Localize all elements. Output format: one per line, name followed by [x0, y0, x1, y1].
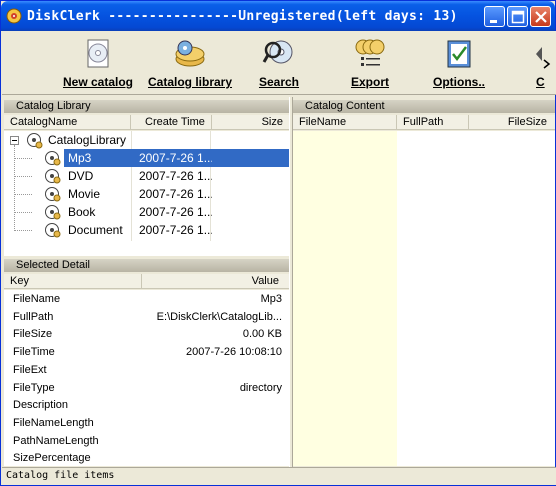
- tree-item-name: DVD: [68, 169, 94, 183]
- maximize-icon: [511, 10, 525, 24]
- status-bar: Catalog file items: [2, 467, 556, 485]
- detail-row[interactable]: SizePercentage: [13, 449, 282, 466]
- col-filename[interactable]: FileName: [293, 115, 397, 130]
- col-fullpath[interactable]: FullPath: [397, 115, 469, 130]
- col-size[interactable]: Size: [212, 115, 289, 130]
- detail-value: E:\DiskClerk\CatalogLib...: [156, 310, 282, 323]
- search-icon: [262, 40, 293, 64]
- tree-root[interactable]: CatalogLibrary: [4, 131, 289, 149]
- selected-detail-header: Selected Detail: [4, 259, 289, 272]
- col-key[interactable]: Key: [4, 274, 142, 289]
- catalog-library-label: Catalog library: [147, 75, 233, 89]
- minimize-button[interactable]: [484, 6, 505, 27]
- detail-key: FullPath: [13, 310, 54, 323]
- detail-row[interactable]: PathNameLength: [13, 432, 282, 450]
- detail-row[interactable]: FileTime 2007-7-26 10:08:10: [13, 343, 282, 361]
- tree-item-name: Book: [68, 205, 96, 219]
- tree-item-create-time: 2007-7-26 1...: [139, 187, 212, 201]
- col-create-time[interactable]: Create Time: [131, 115, 212, 130]
- catalog-tree: CatalogLibrary Mp3 2007-7-26 1... DVD 2007-…: [4, 131, 289, 256]
- detail-key: FileType: [13, 381, 55, 394]
- search-button[interactable]: Search: [253, 35, 305, 93]
- partial-label: C: [536, 75, 545, 89]
- tree-item[interactable]: DVD 2007-7-26 1...: [4, 167, 289, 185]
- app-icon: [6, 8, 22, 24]
- window-title: DiskClerk ----------------Unregistered(l…: [27, 9, 458, 24]
- detail-row[interactable]: Description: [13, 396, 282, 414]
- detail-key: SizePercentage: [13, 452, 91, 465]
- catalog-content-columns: FileName FullPath FileSize: [293, 115, 555, 130]
- detail-value: 0.00 KB: [242, 328, 282, 341]
- tree-item-create-time: 2007-7-26 1...: [139, 223, 212, 237]
- export-button[interactable]: Export: [346, 35, 394, 93]
- export-label: Export: [350, 75, 389, 89]
- catalog-content-list[interactable]: [293, 131, 555, 466]
- chevron-right-icon[interactable]: [542, 59, 552, 69]
- tree-item[interactable]: Book 2007-7-26 1...: [4, 203, 289, 221]
- tree-item-create-time: 2007-7-26 1...: [139, 169, 212, 183]
- tree-item-name: Document: [68, 223, 123, 237]
- tree-item-create-time: 2007-7-26 1...: [139, 205, 212, 219]
- new-catalog-label: New catalog: [62, 75, 134, 89]
- catalog-library-node-icon: [27, 133, 43, 149]
- catalog-library-button[interactable]: Catalog library: [145, 35, 235, 93]
- app-window: DiskClerk ----------------Unregistered(l…: [0, 0, 556, 486]
- catalog-library-header: Catalog Library: [4, 100, 289, 113]
- options-button[interactable]: Options..: [430, 35, 488, 93]
- detail-key: PathNameLength: [13, 434, 99, 447]
- detail-key: FileNameLength: [13, 416, 94, 429]
- toolbar: New catalog Catalog library Search Expor…: [2, 31, 556, 95]
- new-catalog-button[interactable]: New catalog: [58, 35, 138, 93]
- detail-key: FileExt: [13, 363, 47, 376]
- close-icon: [535, 11, 547, 23]
- collapse-icon[interactable]: [10, 136, 19, 145]
- catalog-library-columns: CatalogName Create Time Size: [4, 115, 289, 130]
- detail-list: FileName Mp3 FullPath E:\DiskClerk\CatalogL…: [4, 290, 289, 466]
- minimize-icon: [490, 20, 497, 23]
- catalog-content-header: Catalog Content: [293, 100, 555, 113]
- detail-row[interactable]: FileNameLength: [13, 414, 282, 432]
- catalog-library-icon: [175, 40, 205, 67]
- col-catalogname[interactable]: CatalogName: [4, 115, 131, 130]
- title-bar[interactable]: DiskClerk ----------------Unregistered(l…: [1, 1, 555, 31]
- close-button[interactable]: [530, 6, 551, 27]
- tree-item[interactable]: Movie 2007-7-26 1...: [4, 185, 289, 203]
- catalog-disc-icon: [45, 187, 61, 202]
- tree-root-label: CatalogLibrary: [48, 133, 127, 147]
- detail-value: directory: [239, 381, 282, 394]
- catalog-disc-icon: [45, 151, 61, 166]
- detail-value: Mp3: [260, 293, 282, 305]
- detail-row[interactable]: FileName Mp3: [13, 290, 282, 308]
- catalog-disc-icon: [45, 205, 61, 220]
- selected-detail-columns: Key Value: [4, 274, 289, 289]
- export-icon: [355, 39, 385, 66]
- detail-key: FileSize: [13, 328, 53, 341]
- maximize-button[interactable]: [507, 6, 528, 27]
- catalog-disc-icon: [45, 223, 61, 238]
- tree-item-name: Mp3: [68, 151, 92, 165]
- col-filesize[interactable]: FileSize: [469, 115, 555, 130]
- detail-key: Description: [13, 399, 69, 412]
- detail-value: 2007-7-26 10:08:10: [185, 346, 282, 359]
- status-text: Catalog file items: [6, 470, 115, 481]
- col-value[interactable]: Value: [142, 274, 289, 289]
- detail-row[interactable]: FileSize 0.00 KB: [13, 325, 282, 343]
- tree-item[interactable]: Mp3 2007-7-26 1...: [4, 149, 289, 167]
- options-icon: [447, 40, 471, 68]
- detail-row[interactable]: FileExt: [13, 361, 282, 379]
- new-catalog-icon: [87, 39, 109, 68]
- tree-item-create-time: 2007-7-26 1...: [139, 151, 212, 165]
- detail-row[interactable]: FileType directory: [13, 379, 282, 397]
- options-label: Options..: [433, 75, 485, 89]
- search-label: Search: [258, 75, 300, 89]
- catalog-disc-icon: [45, 169, 61, 184]
- detail-row[interactable]: FullPath E:\DiskClerk\CatalogLib...: [13, 308, 282, 326]
- tree-item[interactable]: Document 2007-7-26 1...: [4, 221, 289, 239]
- detail-key: FileName: [13, 293, 61, 305]
- tree-item-name: Movie: [68, 187, 101, 201]
- filename-column-highlight: [293, 131, 397, 466]
- detail-key: FileTime: [13, 346, 55, 359]
